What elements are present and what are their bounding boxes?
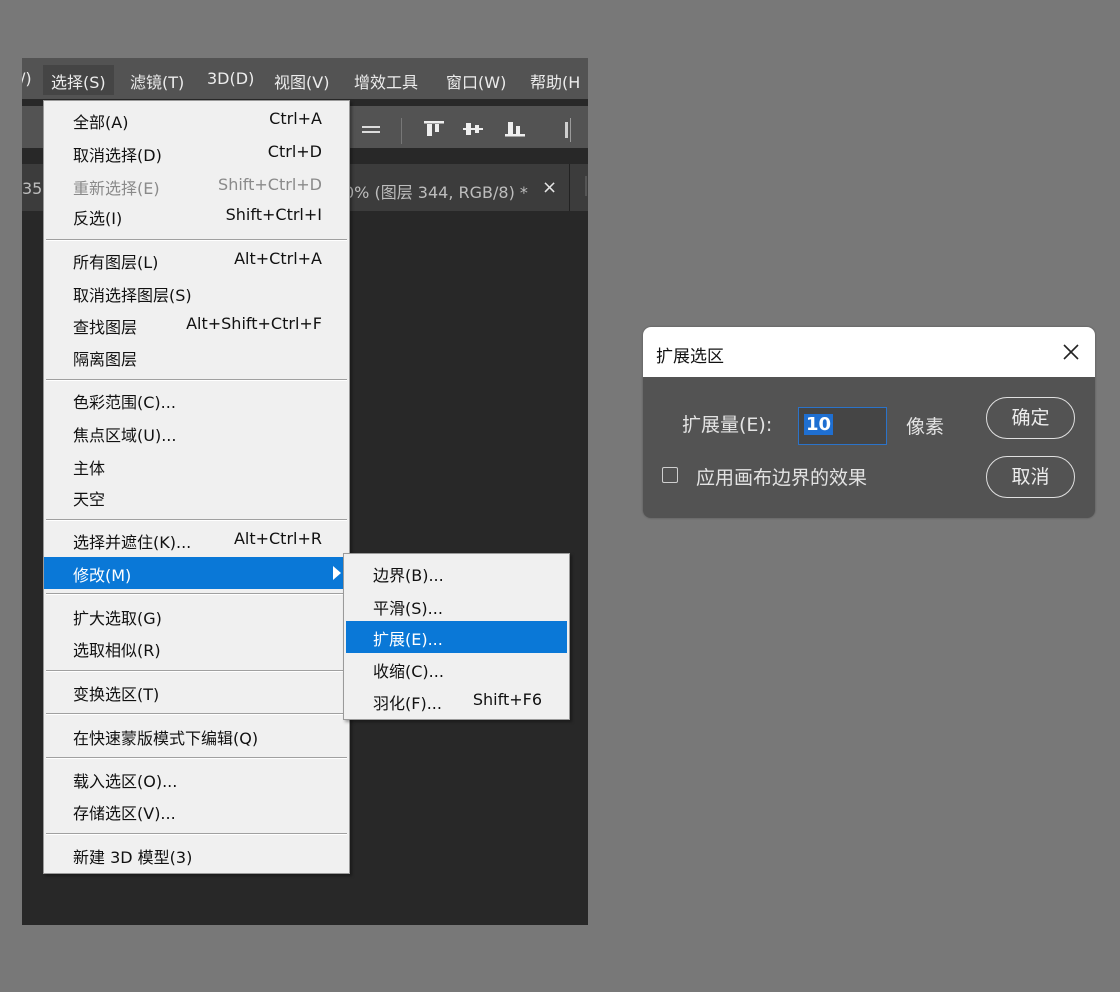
- menu-separator: [46, 757, 347, 759]
- submenu-item-expand[interactable]: 扩展(E)...: [346, 621, 567, 653]
- toolbar-divider: [401, 118, 402, 144]
- menu-item-sky[interactable]: 天空: [44, 481, 349, 513]
- align-vertical-center-icon[interactable]: [462, 120, 484, 138]
- menu-fragment[interactable]: /): [22, 69, 32, 88]
- menu-plugins[interactable]: 增效工具: [354, 69, 418, 93]
- select-menu: 全部(A) Ctrl+A 取消选择(D) Ctrl+D 重新选择(E) Shift+C…: [43, 100, 350, 874]
- menu-item-isolate-layers[interactable]: 隔离图层: [44, 341, 349, 373]
- submenu-item-border[interactable]: 边界(B)...: [346, 557, 567, 589]
- align-bottom-icon[interactable]: [504, 120, 526, 138]
- submenu-arrow-icon: [333, 566, 341, 580]
- align-left-icon[interactable]: [565, 122, 568, 138]
- menu-window[interactable]: 窗口(W): [446, 69, 506, 93]
- menu-help[interactable]: 帮助(H: [530, 69, 580, 93]
- menu-separator: [46, 833, 347, 835]
- menu-item-quick-mask[interactable]: 在快速蒙版模式下编辑(Q): [44, 720, 349, 752]
- menu-separator: [46, 239, 347, 241]
- document-tab-title[interactable]: 0% (图层 344, RGB/8) *: [344, 179, 528, 203]
- menu-item-load-selection[interactable]: 载入选区(O)...: [44, 763, 349, 795]
- menu-item-focus-area[interactable]: 焦点区域(U)...: [44, 417, 349, 449]
- submenu-item-feather[interactable]: 羽化(F)... Shift+F6: [346, 685, 567, 717]
- submenu-item-smooth[interactable]: 平滑(S)...: [346, 590, 567, 622]
- menu-item-reselect: 重新选择(E) Shift+Ctrl+D: [73, 175, 322, 198]
- menu-separator: [46, 593, 347, 595]
- menu-separator: [46, 519, 347, 521]
- menu-item-all[interactable]: 全部(A) Ctrl+A: [44, 104, 349, 136]
- menu-item-deselect[interactable]: 取消选择(D) Ctrl+D: [44, 137, 349, 169]
- modify-submenu: 边界(B)... 平滑(S)... 扩展(E)... 收缩(C)... 羽化(F…: [343, 553, 570, 720]
- menu-item-all-layers[interactable]: 所有图层(L) Alt+Ctrl+A: [44, 244, 349, 276]
- menu-bar: /) 选择(S) 滤镜(T) 3D(D) 视图(V) 增效工具 窗口(W) 帮助…: [22, 58, 588, 99]
- cancel-button[interactable]: 取消: [986, 456, 1075, 498]
- toolbar-divider: [570, 118, 571, 142]
- menu-item-grow[interactable]: 扩大选取(G): [44, 600, 349, 632]
- menu-item-transform-selection[interactable]: 变换选区(T): [44, 676, 349, 708]
- tab-divider: [569, 164, 570, 211]
- close-icon[interactable]: [1059, 340, 1083, 364]
- expand-amount-label: 扩展量(E):: [682, 414, 773, 436]
- align-top-icon[interactable]: [423, 120, 445, 138]
- unit-label: 像素: [906, 416, 945, 438]
- expand-amount-value[interactable]: 10: [804, 414, 834, 435]
- prev-tab-fragment[interactable]: 35: [22, 179, 42, 198]
- menu-item-find-layers[interactable]: 查找图层 Alt+Shift+Ctrl+F: [44, 309, 349, 341]
- menu-separator: [46, 713, 347, 715]
- next-tab-fragment: [585, 176, 587, 196]
- dialog-title: 扩展选区: [656, 347, 724, 367]
- expand-selection-dialog: 扩展选区 扩展量(E): 10 像素 确定 取消 应用画布边界的效果: [643, 327, 1095, 518]
- menu-item-modify[interactable]: 修改(M): [44, 557, 349, 589]
- menu-separator: [46, 379, 347, 381]
- apply-canvas-bounds-label[interactable]: 应用画布边界的效果: [696, 463, 867, 490]
- menu-view[interactable]: 视图(V): [274, 69, 329, 93]
- menu-3d[interactable]: 3D(D): [207, 69, 254, 88]
- menu-item-subject[interactable]: 主体: [44, 450, 349, 482]
- apply-canvas-bounds-checkbox[interactable]: [662, 467, 678, 483]
- ok-button[interactable]: 确定: [986, 397, 1075, 439]
- submenu-item-contract[interactable]: 收缩(C)...: [346, 653, 567, 685]
- menu-item-similar[interactable]: 选取相似(R): [44, 632, 349, 664]
- menu-filter[interactable]: 滤镜(T): [130, 69, 184, 93]
- menu-item-inverse[interactable]: 反选(I) Shift+Ctrl+I: [44, 200, 349, 232]
- menu-item-deselect-layers[interactable]: 取消选择图层(S): [44, 277, 349, 309]
- tab-close-icon[interactable]: ×: [542, 177, 557, 198]
- menu-item-save-selection[interactable]: 存储选区(V)...: [44, 795, 349, 827]
- dialog-title-bar: 扩展选区: [643, 327, 1095, 377]
- menu-item-select-and-mask[interactable]: 选择并遮住(K)... Alt+Ctrl+R: [44, 524, 349, 556]
- menu-separator: [46, 670, 347, 672]
- align-center-icon[interactable]: [360, 120, 382, 138]
- menu-select[interactable]: 选择(S): [43, 65, 114, 95]
- menu-item-color-range[interactable]: 色彩范围(C)...: [44, 384, 349, 416]
- expand-amount-input[interactable]: 10: [798, 407, 887, 445]
- menu-item-new-3d-model[interactable]: 新建 3D 模型(3): [44, 839, 349, 871]
